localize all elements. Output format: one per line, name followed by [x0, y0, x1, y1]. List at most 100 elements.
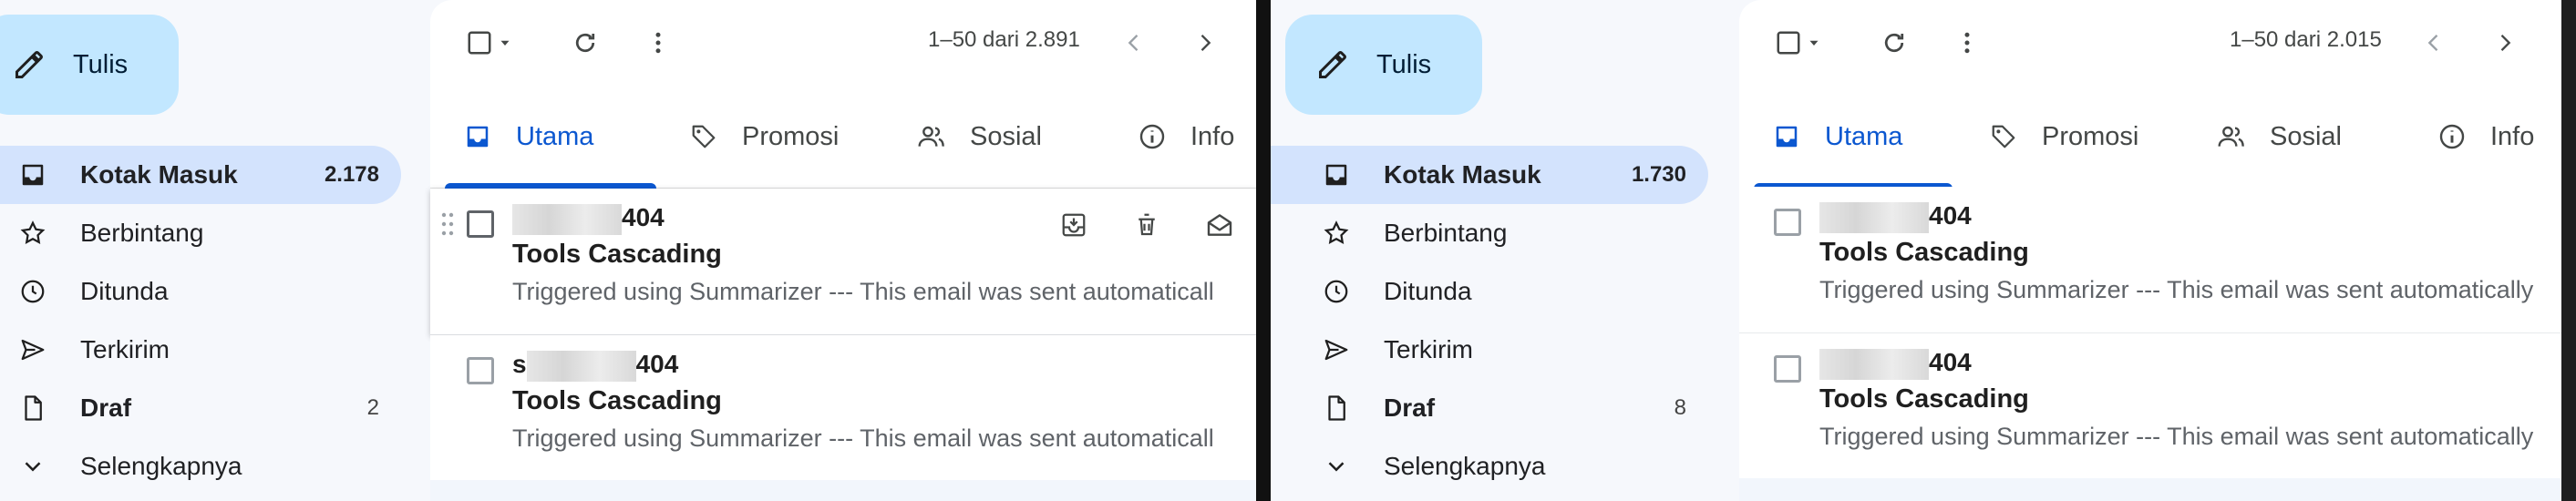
nav-label: Ditunda: [80, 277, 169, 305]
nav-item-snoozed[interactable]: Ditunda: [0, 262, 401, 321]
inbox-icon: [1316, 155, 1356, 195]
tab-updates[interactable]: Info: [2432, 86, 2534, 188]
email-subject: Tools Cascading: [512, 240, 722, 269]
refresh-icon: [575, 33, 595, 53]
nav-label: Selengkapnya: [1384, 452, 1546, 480]
list-bottom: [430, 480, 1256, 501]
pagination-text: 1–50 dari 2.015: [2230, 27, 2382, 52]
nav-item-starred[interactable]: Berbintang: [0, 204, 401, 262]
chevron-down-icon: [1316, 446, 1356, 486]
chevron-down-icon: [13, 446, 53, 486]
tag-icon: [684, 117, 724, 157]
nav-label: Draf: [1384, 394, 1436, 422]
select-all-checkbox[interactable]: [461, 25, 498, 61]
select-dropdown[interactable]: [494, 25, 516, 61]
send-icon: [1316, 330, 1356, 370]
compose-label: Tulis: [73, 49, 129, 79]
tab-social[interactable]: Sosial: [912, 86, 1042, 188]
nav-list: Kotak Masuk 2.178 Berbintang Ditunda Ter…: [0, 146, 401, 496]
email-list: 404 Tools Cascading Triggered using Summ…: [1739, 187, 2561, 480]
people-icon: [2211, 117, 2251, 157]
nav-label: Selengkapnya: [80, 452, 242, 480]
nav-item-inbox[interactable]: Kotak Masuk 2.178: [0, 146, 401, 204]
redacted-sender: [1819, 348, 1929, 380]
tab-primary[interactable]: Utama: [1767, 86, 1902, 188]
chevron-left-icon: [1128, 35, 1139, 51]
select-all-checkbox[interactable]: [1770, 25, 1807, 61]
file-icon: [1316, 388, 1356, 428]
more-vert-icon: [1964, 32, 1970, 54]
nav-item-inbox[interactable]: Kotak Masuk 1.730: [1271, 146, 1708, 204]
sidebar: Tulis Kotak Masuk 2.178 Berbintang Ditun…: [0, 0, 428, 501]
email-row[interactable]: 404 Tools Cascading Triggered using Summ…: [1739, 333, 2561, 480]
pencil-icon: [1313, 45, 1353, 85]
more-options-button[interactable]: [1949, 25, 1985, 61]
tab-primary[interactable]: Utama: [458, 86, 593, 188]
next-page-button[interactable]: [1187, 25, 1223, 61]
row-checkbox[interactable]: [1774, 355, 1801, 383]
nav-item-sent[interactable]: Terkirim: [1271, 321, 1708, 379]
drag-handle-icon[interactable]: [441, 212, 454, 236]
nav-item-starred[interactable]: Berbintang: [1271, 204, 1708, 262]
caret-down-icon: [1809, 40, 1819, 46]
email-row[interactable]: s 404 Tools Cascading Triggered using Sum…: [430, 335, 1256, 482]
people-icon: [912, 117, 952, 157]
tab-label: Info: [1190, 121, 1235, 151]
nav-label: Kotak Masuk: [1384, 160, 1541, 189]
refresh-button[interactable]: [1876, 25, 1912, 61]
info-icon: [2432, 117, 2472, 157]
screen-edge: [2561, 0, 2576, 501]
nav-item-drafts[interactable]: Draf 8: [1271, 379, 1708, 437]
chevron-right-icon: [2500, 35, 2511, 51]
tab-updates[interactable]: Info: [1132, 86, 1234, 188]
row-hover-actions: [1037, 205, 1256, 245]
pencil-icon: [9, 45, 49, 85]
toolbar: 1–50 dari 2.891: [430, 0, 1256, 86]
email-sender: 404: [1819, 348, 1972, 380]
row-checkbox[interactable]: [467, 210, 494, 238]
nav-label: Ditunda: [1384, 277, 1472, 305]
email-snippet: Triggered using Summarizer --- This emai…: [1819, 423, 2534, 450]
email-row[interactable]: 404 Tools Cascading Triggered using Summ…: [430, 189, 1256, 335]
compose-button[interactable]: Tulis: [0, 15, 179, 115]
tab-label: Utama: [516, 121, 594, 151]
window-divider: [1256, 0, 1271, 501]
nav-item-more[interactable]: Selengkapnya: [1271, 437, 1708, 496]
next-page-button[interactable]: [2487, 25, 2523, 61]
tab-promotions[interactable]: Promosi: [1984, 86, 2138, 188]
mark-read-icon[interactable]: [1183, 205, 1256, 245]
prev-page-button[interactable]: [1116, 25, 1152, 61]
prev-page-button[interactable]: [2416, 25, 2452, 61]
tab-promotions[interactable]: Promosi: [684, 86, 839, 188]
nav-item-drafts[interactable]: Draf 2: [0, 379, 401, 437]
nav-item-snoozed[interactable]: Ditunda: [1271, 262, 1708, 321]
archive-icon[interactable]: [1037, 205, 1110, 245]
select-dropdown[interactable]: [1803, 25, 1825, 61]
pagination-text: 1–50 dari 2.891: [928, 27, 1080, 52]
nav-item-more[interactable]: Selengkapnya: [0, 437, 401, 496]
nav-count: 2.178: [324, 162, 379, 187]
nav-count: 8: [1674, 395, 1686, 420]
redacted-sender: [512, 203, 622, 235]
nav-label: Terkirim: [1384, 335, 1473, 363]
nav-item-sent[interactable]: Terkirim: [0, 321, 401, 379]
inbox-icon: [1767, 117, 1807, 157]
email-snippet: Triggered using Summarizer --- This emai…: [1819, 276, 2534, 303]
email-row[interactable]: 404 Tools Cascading Triggered using Summ…: [1739, 187, 2561, 333]
refresh-button[interactable]: [567, 25, 603, 61]
more-options-button[interactable]: [640, 25, 676, 61]
compose-button[interactable]: Tulis: [1285, 15, 1482, 115]
trash-icon[interactable]: [1110, 205, 1183, 245]
send-icon: [13, 330, 53, 370]
row-checkbox[interactable]: [1774, 209, 1801, 236]
tab-label: Promosi: [742, 121, 840, 151]
row-checkbox[interactable]: [467, 357, 494, 384]
nav-label: Kotak Masuk: [80, 160, 238, 189]
more-vert-icon: [655, 32, 661, 54]
email-sender: s 404: [512, 350, 678, 382]
refresh-icon: [1884, 33, 1904, 53]
nav-label: Draf: [80, 394, 132, 422]
inbox-icon: [13, 155, 53, 195]
chevron-right-icon: [1200, 35, 1211, 51]
tab-social[interactable]: Sosial: [2211, 86, 2342, 188]
